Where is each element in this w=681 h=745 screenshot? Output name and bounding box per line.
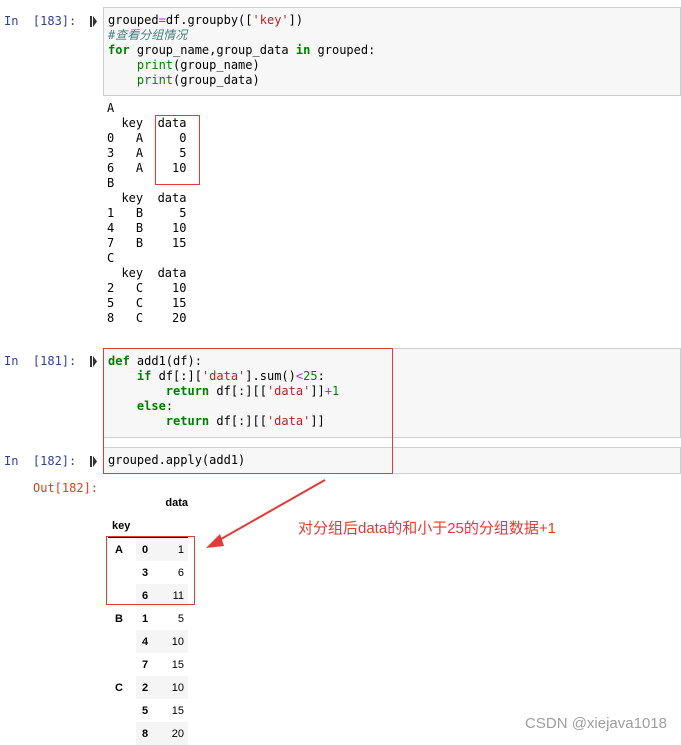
code-token: ]): [288, 13, 304, 27]
index-cell: 5: [142, 704, 149, 717]
code-token: in: [295, 43, 311, 57]
index-name-key: key: [112, 519, 131, 532]
output-line: 2 C 10: [107, 281, 187, 295]
annotation-text: 对分组后data的和小于25的分组数据+1: [298, 520, 556, 537]
output-line: key data: [107, 266, 187, 280]
cell-3-out-prompt: Out[182]:: [33, 481, 99, 495]
data-cell: 20: [158, 722, 188, 745]
output-line: 1 B 5: [107, 206, 187, 220]
index-key-cell: [108, 699, 136, 722]
table-row: 5 15: [108, 699, 188, 722]
table-row: 8 20: [108, 722, 188, 745]
data-cell: 5: [177, 612, 184, 625]
code-token: (group_name): [173, 58, 260, 72]
data-cell: 10: [158, 630, 188, 653]
run-marker-icon[interactable]: [90, 456, 97, 467]
output-line: 8 C 20: [107, 311, 187, 325]
index-key-cell: C: [115, 681, 123, 694]
output-line: A: [107, 101, 115, 115]
code-token: grouped: [108, 13, 159, 27]
code-token: df.groupby([: [165, 13, 253, 27]
highlight-box-a-data: [155, 115, 200, 185]
data-cell: 10: [158, 676, 188, 699]
run-marker-icon[interactable]: [90, 16, 97, 27]
index-key-cell: B: [115, 612, 123, 625]
code-token: 'key': [252, 13, 289, 27]
code-token: group_name,group_data: [129, 43, 296, 57]
code-line[interactable]: #查看分组情况: [108, 28, 375, 43]
code-line[interactable]: print(group_data): [108, 73, 375, 88]
watermark: CSDN @xiejava1018: [525, 715, 667, 732]
index-cell: 4: [136, 630, 158, 653]
table-row: 7 15: [108, 653, 188, 676]
highlight-box-group-a: [106, 536, 195, 605]
result-dataframe: data key A 0 1 3 6 6 11 B 1 5 4 10 7 15 C 2 10 5 15 8 20: [108, 491, 188, 745]
output-line: 4 B 10: [107, 221, 187, 235]
table-row: B 1 5: [108, 607, 188, 630]
code-token: grouped:: [310, 43, 376, 57]
index-key-cell: [108, 722, 136, 745]
index-key-cell: [108, 653, 136, 676]
cell-3-prompt: In [182]:: [4, 454, 77, 468]
code-token: #查看分组情况: [108, 28, 188, 42]
index-cell: 8: [136, 722, 158, 745]
code-editor[interactable]: grouped=df.groupby(['key']) #查看分组情况 for gr…: [108, 13, 375, 88]
index-cell: 1: [142, 612, 149, 625]
output-line: key data: [107, 191, 187, 205]
index-cell: 7: [142, 658, 149, 671]
code-token: (group_data): [173, 73, 260, 87]
index-key-cell: [108, 630, 136, 653]
code-line[interactable]: for group_name,group_data in grouped:: [108, 43, 375, 58]
code-token: =: [158, 13, 166, 27]
table-row: 4 10: [108, 630, 188, 653]
code-token: print: [136, 58, 174, 72]
output-line: 5 C 15: [107, 296, 187, 310]
output-line: C: [107, 251, 115, 265]
cell-2-prompt: In [181]:: [4, 354, 77, 368]
run-marker-icon[interactable]: [90, 356, 97, 367]
output-line: 7 B 15: [107, 236, 187, 250]
code-cell-1[interactable]: grouped=df.groupby(['key']) #查看分组情况 for gr…: [103, 7, 681, 96]
data-cell: 15: [171, 704, 184, 717]
annotation-arrow: [206, 479, 326, 548]
code-line[interactable]: grouped=df.groupby(['key']): [108, 13, 375, 28]
column-header-data: data: [165, 496, 188, 509]
highlight-box-function: [103, 348, 393, 474]
code-line[interactable]: print(group_name): [108, 58, 375, 73]
index-cell: 2: [136, 676, 158, 699]
code-token: for: [108, 43, 130, 57]
data-cell: 15: [171, 658, 184, 671]
table-row: C 2 10: [108, 676, 188, 699]
code-token: print: [136, 73, 174, 87]
cell-1-prompt: In [183]:: [4, 14, 77, 28]
